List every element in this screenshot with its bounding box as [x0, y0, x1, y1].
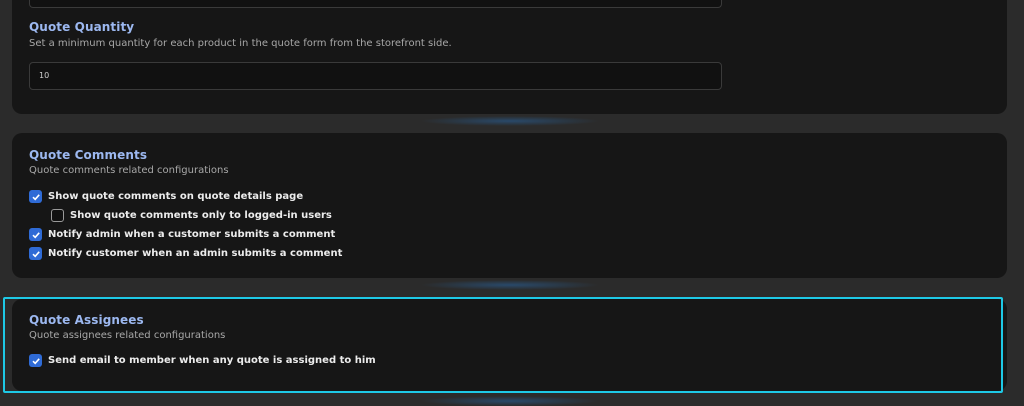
divider-glow [420, 116, 600, 126]
checkbox-checked-icon[interactable] [29, 354, 42, 367]
quote-quantity-input[interactable]: 10 [29, 62, 722, 90]
quote-assignees-card: Quote Assignees Quote assignees related … [12, 299, 1007, 391]
quote-quantity-title: Quote Quantity [29, 20, 135, 34]
option-notify-customer[interactable]: Notify customer when an admin submits a … [29, 247, 342, 260]
quote-quantity-description: Set a minimum quantity for each product … [29, 38, 452, 49]
option-label: Notify admin when a customer submits a c… [48, 229, 336, 240]
quote-assignees-title: Quote Assignees [29, 313, 144, 327]
divider-glow [420, 280, 600, 290]
quote-comments-description: Quote comments related configurations [29, 165, 229, 176]
quote-comments-title: Quote Comments [29, 148, 148, 162]
option-label: Show quote comments only to logged-in us… [70, 210, 332, 221]
divider-glow [420, 396, 600, 406]
option-label: Show quote comments on quote details pag… [48, 191, 304, 202]
checkbox-checked-icon[interactable] [29, 247, 42, 260]
option-label: Notify customer when an admin submits a … [48, 248, 343, 259]
option-logged-in-only[interactable]: Show quote comments only to logged-in us… [51, 209, 332, 222]
option-label: Send email to member when any quote is a… [48, 355, 376, 366]
quote-quantity-card: Quote Quantity Set a minimum quantity fo… [12, 0, 1007, 114]
previous-field-input[interactable] [29, 0, 722, 8]
checkbox-checked-icon[interactable] [29, 190, 42, 203]
option-email-assignee[interactable]: Send email to member when any quote is a… [29, 354, 376, 367]
option-show-comments[interactable]: Show quote comments on quote details pag… [29, 190, 303, 203]
quote-assignees-description: Quote assignees related configurations [29, 330, 226, 341]
checkbox-unchecked-icon[interactable] [51, 209, 64, 222]
quote-comments-card: Quote Comments Quote comments related co… [12, 133, 1007, 278]
option-notify-admin[interactable]: Notify admin when a customer submits a c… [29, 228, 335, 241]
checkbox-checked-icon[interactable] [29, 228, 42, 241]
